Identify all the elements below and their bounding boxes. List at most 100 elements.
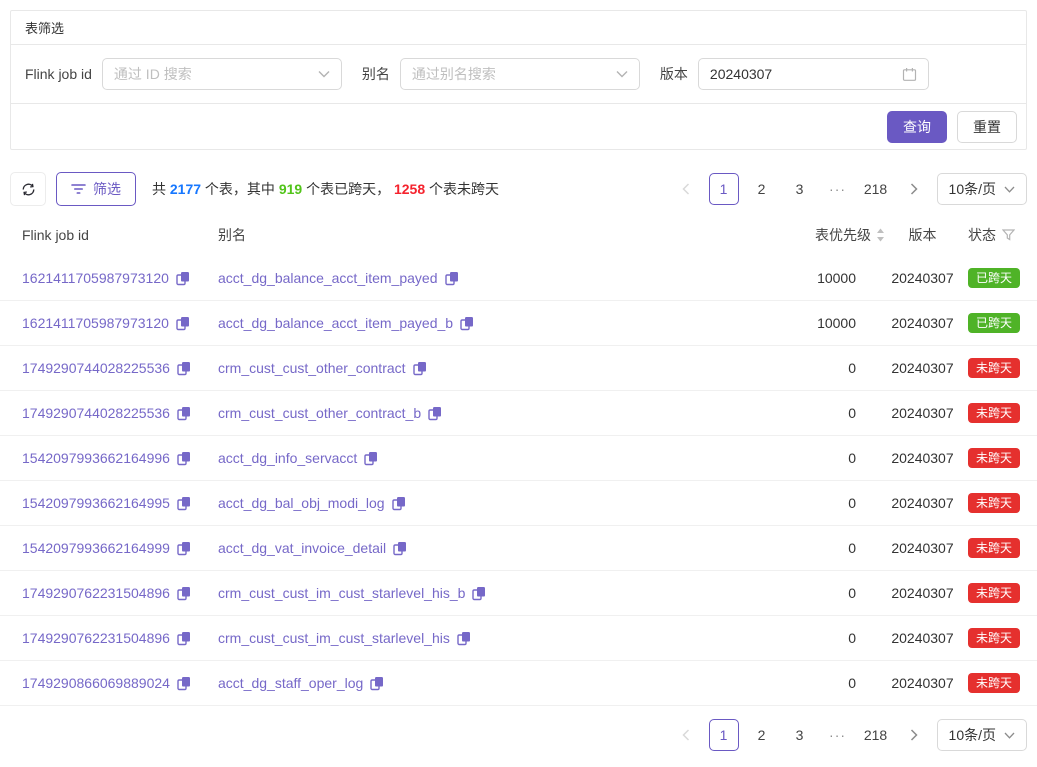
flink-job-id-select[interactable]: 通过 ID 搜索 <box>102 58 342 90</box>
refresh-button[interactable] <box>10 172 46 206</box>
page-button-1[interactable]: 1 <box>709 173 739 205</box>
col-header-priority[interactable]: 表优先级 <box>755 225 885 245</box>
copy-icon[interactable] <box>460 316 474 331</box>
funnel-filter-icon[interactable] <box>1002 229 1015 241</box>
col-header-alias: 别名 <box>218 225 755 245</box>
job-id-link[interactable]: 1749290866069889024 <box>22 675 170 691</box>
copy-icon[interactable] <box>177 496 191 511</box>
job-id-link[interactable]: 1542097993662164995 <box>22 495 170 511</box>
summary-segment: 个表已跨天， <box>302 181 394 197</box>
job-id-link[interactable]: 1621411705987973120 <box>22 270 169 286</box>
filter-card: 表筛选 Flink job id 通过 ID 搜索 别名 通过别名搜索 版本 2… <box>10 10 1027 150</box>
copy-icon[interactable] <box>472 586 486 601</box>
status-badge: 未跨天 <box>968 493 1020 513</box>
status-badge: 未跨天 <box>968 673 1020 693</box>
col-header-priority-label: 表优先级 <box>815 225 871 245</box>
copy-icon[interactable] <box>393 541 407 556</box>
refresh-icon <box>21 182 36 197</box>
copy-icon[interactable] <box>176 271 190 286</box>
version-label: 版本 <box>660 64 688 84</box>
page-button-218[interactable]: 218 <box>861 719 891 751</box>
priority-value: 0 <box>755 585 885 601</box>
summary-segment: 共 <box>152 181 170 197</box>
version-value: 20240307 <box>885 675 960 691</box>
filter-toggle-label: 筛选 <box>93 179 121 199</box>
sort-icon[interactable] <box>876 228 885 242</box>
filter-toggle-button[interactable]: 筛选 <box>56 172 136 206</box>
copy-icon[interactable] <box>177 676 191 691</box>
page-size-select[interactable]: 10条/页 <box>937 173 1027 205</box>
copy-icon[interactable] <box>392 496 406 511</box>
copy-icon[interactable] <box>370 676 384 691</box>
alias-link[interactable]: crm_cust_cust_im_cust_starlevel_his_b <box>218 585 465 601</box>
alias-link[interactable]: acct_dg_staff_oper_log <box>218 675 363 691</box>
next-page-button[interactable] <box>899 173 929 205</box>
alias-link[interactable]: crm_cust_cust_other_contract_b <box>218 405 421 421</box>
copy-icon[interactable] <box>413 361 427 376</box>
col-header-version: 版本 <box>885 225 960 245</box>
table-row: 1749290866069889024 acct_dg_staff_oper_lo… <box>0 661 1037 706</box>
page-button-2[interactable]: 2 <box>747 173 777 205</box>
alias-link[interactable]: acct_dg_bal_obj_modi_log <box>218 495 385 511</box>
version-date-input[interactable]: 20240307 <box>698 58 929 90</box>
summary-segment: 2177 <box>170 181 201 197</box>
alias-select[interactable]: 通过别名搜索 <box>400 58 640 90</box>
query-button[interactable]: 查询 <box>887 111 947 143</box>
summary-segment: 919 <box>279 181 302 197</box>
copy-icon[interactable] <box>428 406 442 421</box>
job-id-link[interactable]: 1749290762231504896 <box>22 630 170 646</box>
page-button-2[interactable]: 2 <box>747 719 777 751</box>
copy-icon[interactable] <box>364 451 378 466</box>
data-table: Flink job id 别名 表优先级 版本 状态 1621411705987… <box>0 214 1037 706</box>
copy-icon[interactable] <box>177 586 191 601</box>
page-button-3[interactable]: 3 <box>785 719 815 751</box>
prev-page-button[interactable] <box>671 719 701 751</box>
page-size-select[interactable]: 10条/页 <box>937 719 1027 751</box>
priority-value: 0 <box>755 540 885 556</box>
summary-segment: 个表，其中 <box>201 181 279 197</box>
alias-link[interactable]: acct_dg_balance_acct_item_payed_b <box>218 315 453 331</box>
prev-page-button[interactable] <box>671 173 701 205</box>
alias-link[interactable]: crm_cust_cust_other_contract <box>218 360 406 376</box>
job-id-link[interactable]: 1749290744028225536 <box>22 360 170 376</box>
alias-link[interactable]: acct_dg_vat_invoice_detail <box>218 540 386 556</box>
table-row: 1542097993662164995 acct_dg_bal_obj_modi_… <box>0 481 1037 526</box>
alias-link[interactable]: acct_dg_balance_acct_item_payed <box>218 270 438 286</box>
alias-link[interactable]: acct_dg_info_servacct <box>218 450 357 466</box>
summary-segment: 1258 <box>394 181 425 197</box>
version-value: 20240307 <box>885 270 960 286</box>
copy-icon[interactable] <box>176 316 190 331</box>
job-id-link[interactable]: 1749290762231504896 <box>22 585 170 601</box>
status-badge: 未跨天 <box>968 358 1020 378</box>
page-button-3[interactable]: 3 <box>785 173 815 205</box>
table-row: 1542097993662164999 acct_dg_vat_invoice_d… <box>0 526 1037 571</box>
job-id-link[interactable]: 1621411705987973120 <box>22 315 169 331</box>
next-page-button[interactable] <box>899 719 929 751</box>
filter-row: Flink job id 通过 ID 搜索 别名 通过别名搜索 版本 20240… <box>11 45 1026 104</box>
filter-card-title: 表筛选 <box>11 11 1026 45</box>
copy-icon[interactable] <box>457 631 471 646</box>
filter-actions: 查询 重置 <box>11 104 1026 149</box>
copy-icon[interactable] <box>177 451 191 466</box>
job-id-link[interactable]: 1542097993662164996 <box>22 450 170 466</box>
page-button-1[interactable]: 1 <box>709 719 739 751</box>
table-row: 1749290744028225536 crm_cust_cust_other_c… <box>0 346 1037 391</box>
status-badge: 已跨天 <box>968 268 1020 288</box>
copy-icon[interactable] <box>177 541 191 556</box>
filter-lines-icon <box>71 183 86 195</box>
priority-value: 0 <box>755 630 885 646</box>
page-button-218[interactable]: 218 <box>861 173 891 205</box>
reset-button[interactable]: 重置 <box>957 111 1017 143</box>
alias-link[interactable]: crm_cust_cust_im_cust_starlevel_his <box>218 630 450 646</box>
copy-icon[interactable] <box>177 406 191 421</box>
copy-icon[interactable] <box>445 271 459 286</box>
pagination-top: 123···21810条/页 <box>671 173 1027 205</box>
priority-value: 0 <box>755 405 885 421</box>
copy-icon[interactable] <box>177 361 191 376</box>
copy-icon[interactable] <box>177 631 191 646</box>
priority-value: 10000 <box>755 270 885 286</box>
job-id-link[interactable]: 1542097993662164999 <box>22 540 170 556</box>
table-toolbar: 筛选 共 2177 个表，其中 919 个表已跨天， 1258 个表未跨天 12… <box>10 172 1027 206</box>
table-row: 1749290762231504896 crm_cust_cust_im_cust… <box>0 616 1037 661</box>
job-id-link[interactable]: 1749290744028225536 <box>22 405 170 421</box>
